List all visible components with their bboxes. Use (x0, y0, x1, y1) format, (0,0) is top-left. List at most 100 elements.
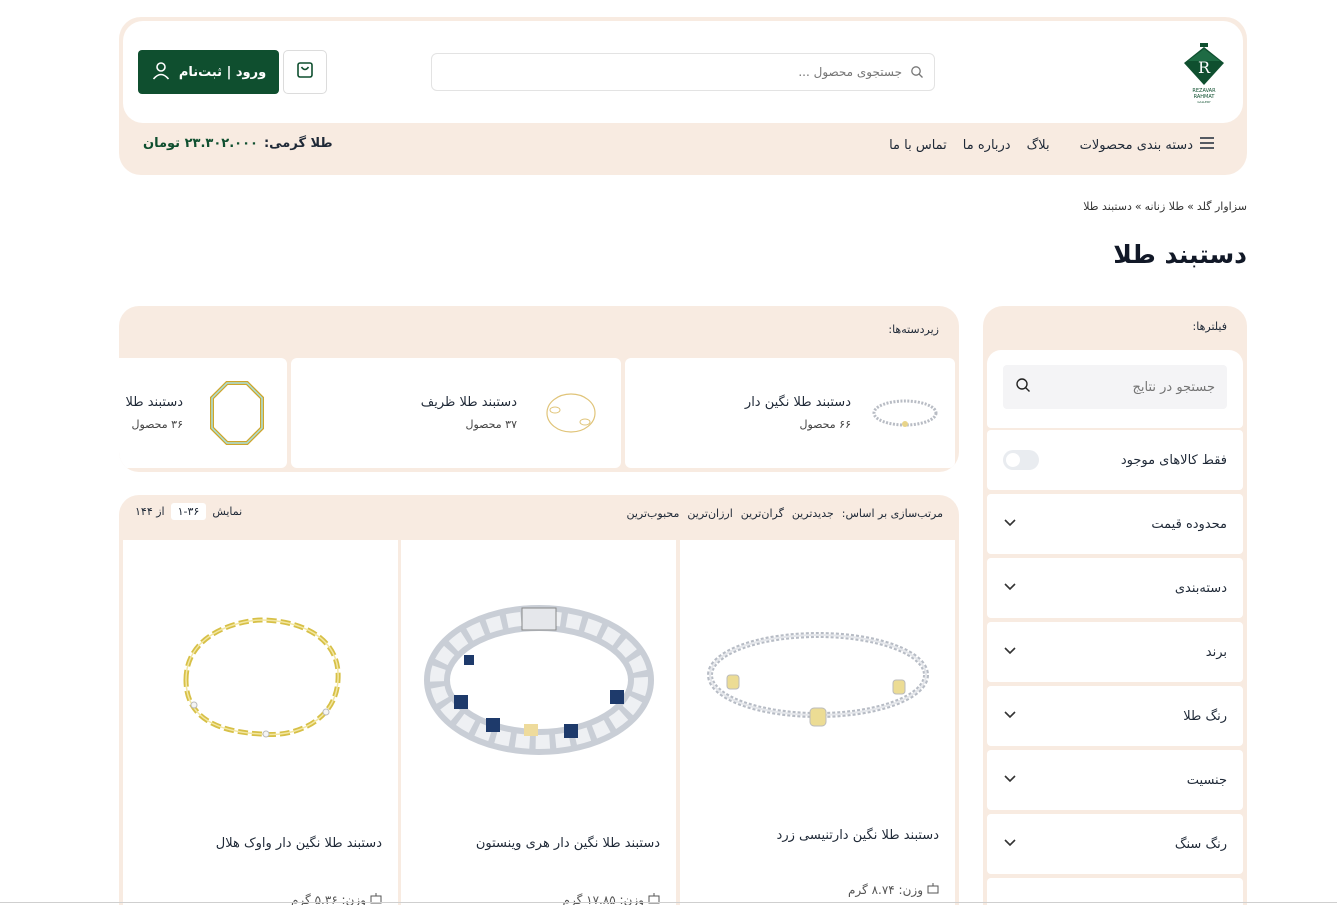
product-search[interactable] (431, 53, 935, 91)
chevron-down-icon (1003, 517, 1017, 532)
subcategories-title: زیردسته‌ها: (888, 323, 939, 336)
product-weight-text: وزن: ۸.۷۴ گرم (848, 882, 923, 897)
chevron-down-icon (1003, 837, 1017, 852)
filter-gold-color[interactable]: رنگ طلا (987, 686, 1243, 746)
showing-range: ۱-۳۶ (170, 503, 207, 520)
product-weight-text: وزن: ۵.۳۶ گرم (291, 892, 366, 905)
showing-total: از ۱۴۴ (135, 505, 165, 518)
filter-more[interactable] (987, 878, 1243, 905)
subcategory-count: ۳۶ محصول (131, 418, 183, 431)
subcategory-card[interactable]: دستبند طلا ۳۶ محصول (119, 358, 287, 468)
sort-option-cheapest[interactable]: ارزان‌ترین (687, 507, 732, 520)
cart-button[interactable] (283, 50, 327, 94)
product-title[interactable]: دستبند طلا نگین دار هری وینستون (476, 836, 660, 851)
gold-price-value: ۲۳.۳۰۲.۰۰۰ تومان (143, 136, 258, 151)
filter-search-input[interactable] (1035, 379, 1215, 395)
nav-item-blog[interactable]: بلاگ (1027, 138, 1050, 153)
login-label: ورود | ثبت‌نام (178, 64, 267, 80)
subcategory-card[interactable]: دستبند طلا ظریف ۳۷ محصول (291, 358, 621, 468)
subcategory-card[interactable]: دستبند طلا نگین دار ۶۶ محصول (625, 358, 955, 468)
product-card[interactable]: دستبند طلا نگین دار هری وینستون وزن: ۱۷.… (401, 540, 676, 905)
filter-group-label: دسته‌بندی (1174, 580, 1227, 596)
nav-item-contact[interactable]: تماس با ما (889, 138, 947, 153)
filter-gender[interactable]: جنسیت (987, 750, 1243, 810)
filter-group-label: رنگ سنگ (1174, 836, 1227, 852)
subcategory-count: ۳۷ محصول (465, 418, 517, 431)
chevron-down-icon (1003, 709, 1017, 724)
subcategory-name: دستبند طلا (125, 395, 183, 410)
subcategory-name: دستبند طلا ظریف (420, 395, 517, 410)
search-input[interactable] (482, 65, 902, 79)
bracelet-thumbnail (201, 377, 273, 449)
showing-label: نمایش (212, 505, 243, 518)
product-listing: مرتب‌سازی بر اساس: جدیدترین گران‌ترین ار… (119, 495, 959, 905)
product-title[interactable]: دستبند طلا نگین دارتنیسی زرد (777, 828, 939, 843)
filter-in-stock-label: فقط کالاهای موجود (1120, 452, 1227, 468)
product-image (411, 560, 666, 800)
filter-stone-color[interactable]: رنگ سنگ (987, 814, 1243, 874)
in-stock-toggle[interactable] (1003, 450, 1039, 470)
breadcrumb: سزاوار گلد » طلا زنانه » دستبند طلا (1083, 200, 1247, 213)
filter-search[interactable] (1003, 365, 1227, 409)
page-title: دستبند طلا (1113, 240, 1247, 269)
viewport-bottom-divider (0, 902, 1337, 903)
bracelet-thumbnail (535, 377, 607, 449)
nav-categories-label: دسته بندی محصولات (1079, 137, 1193, 153)
chevron-down-icon (1003, 581, 1017, 596)
breadcrumb-separator: » (1134, 200, 1142, 213)
product-weight: وزن: ۱۷.۸۵ گرم (563, 892, 660, 905)
gold-price: طلا گرمی: ۲۳.۳۰۲.۰۰۰ تومان (143, 136, 333, 151)
nav-categories[interactable]: دسته بندی محصولات (1080, 136, 1215, 154)
breadcrumb-home[interactable]: سزاوار گلد (1197, 200, 1247, 213)
breadcrumb-separator: » (1187, 200, 1194, 213)
nav-item-about[interactable]: درباره ما (963, 138, 1011, 153)
menu-icon (1199, 136, 1215, 154)
header-top-bar: R REZAVAR RAHMAT GALLERY ورود | ثبت‌نام (123, 21, 1243, 123)
scale-icon (927, 882, 939, 897)
filter-search-wrap (987, 350, 1243, 428)
brand-logo[interactable]: R REZAVAR RAHMAT GALLERY (1180, 41, 1228, 104)
breadcrumb-women-gold[interactable]: طلا زنانه (1145, 200, 1185, 213)
product-image (690, 560, 945, 800)
filter-in-stock[interactable]: فقط کالاهای موجود (987, 430, 1243, 490)
login-register-button[interactable]: ورود | ثبت‌نام (138, 50, 279, 94)
filter-category[interactable]: دسته‌بندی (987, 558, 1243, 618)
svg-text:R: R (1198, 58, 1211, 77)
bracelet-thumbnail (869, 377, 941, 449)
sort-option-most-expensive[interactable]: گران‌ترین (741, 507, 784, 520)
scale-icon (370, 892, 382, 905)
chevron-down-icon (1003, 645, 1017, 660)
filter-group-label: محدوده قیمت (1151, 516, 1227, 532)
filter-price-range[interactable]: محدوده قیمت (987, 494, 1243, 554)
sort-bar: مرتب‌سازی بر اساس: جدیدترین گران‌ترین ار… (626, 505, 943, 521)
product-weight: وزن: ۸.۷۴ گرم (848, 882, 939, 897)
search-icon[interactable] (1015, 377, 1031, 397)
main-nav: دسته بندی محصولات بلاگ درباره ما تماس با… (889, 136, 1215, 154)
product-title[interactable]: دستبند طلا نگین دار واوک هلال (216, 836, 382, 851)
site-header: R REZAVAR RAHMAT GALLERY ورود | ثبت‌نام (119, 17, 1247, 175)
gold-price-label: طلا گرمی: (263, 136, 333, 151)
filters-title: فیلترها: (1192, 320, 1227, 333)
filter-group-label: جنسیت (1186, 772, 1227, 788)
product-card[interactable]: دستبند طلا نگین دار واوک هلال وزن: ۵.۳۶ … (123, 540, 398, 905)
chevron-down-icon (1003, 773, 1017, 788)
scale-icon (648, 892, 660, 905)
sort-option-newest[interactable]: جدیدترین (792, 507, 834, 520)
sort-label: مرتب‌سازی بر اساس: (841, 506, 943, 520)
results-count: نمایش ۱-۳۶ از ۱۴۴ (135, 503, 242, 520)
sort-option-popular[interactable]: محبوب‌ترین (626, 507, 679, 520)
filter-brand[interactable]: برند (987, 622, 1243, 682)
product-weight-text: وزن: ۱۷.۸۵ گرم (562, 892, 644, 905)
svg-text:GALLERY: GALLERY (1197, 100, 1211, 103)
breadcrumb-current: دستبند طلا (1083, 200, 1132, 213)
filters-panel: فیلترها: فقط کالاهای موجود محدوده قیمت د… (983, 306, 1247, 905)
subcategory-count: ۶۶ محصول (799, 418, 851, 431)
user-icon (151, 60, 171, 84)
subcategory-name: دستبند طلا نگین دار (744, 395, 851, 410)
search-icon (910, 65, 924, 79)
shopping-bag-icon (295, 60, 315, 84)
product-image (133, 560, 388, 800)
product-card[interactable]: دستبند طلا نگین دارتنیسی زرد وزن: ۸.۷۴ گ… (680, 540, 955, 905)
product-weight: وزن: ۵.۳۶ گرم (291, 892, 382, 905)
filter-group-label: رنگ طلا (1183, 708, 1227, 724)
